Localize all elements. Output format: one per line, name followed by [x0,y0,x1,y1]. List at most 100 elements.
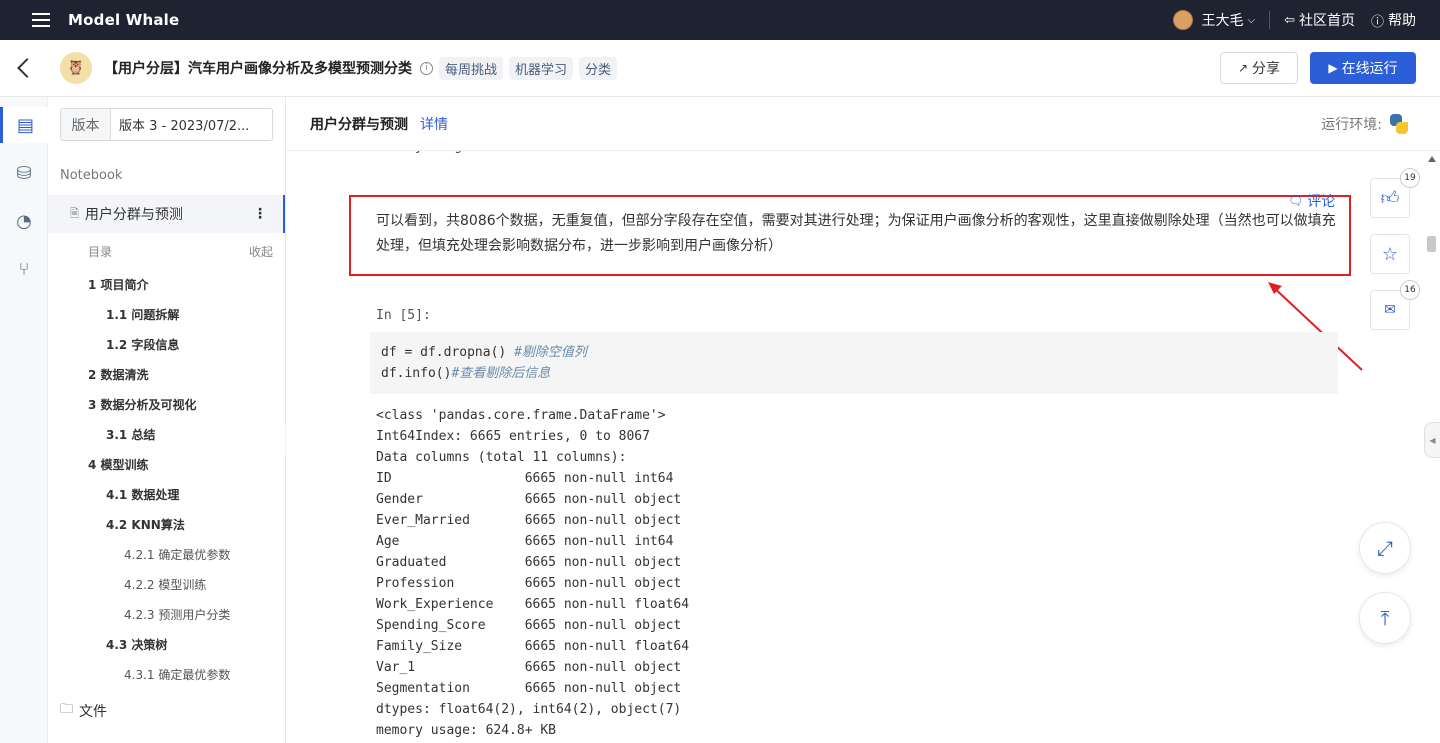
toc-item[interactable]: 3 数据分析及可视化 [48,389,285,419]
output-line: Data columns (total 11 columns): [376,450,627,465]
history-icon[interactable]: ◔ [8,203,40,239]
output-line: Spending_Score 6665 non-null object [376,618,682,633]
output-line: Graduated 6665 non-null object [376,555,682,570]
fullscreen-button[interactable]: ⤢ [1359,522,1411,574]
star-icon: ☆ [1381,243,1399,265]
code-line: df.info() [381,366,452,381]
left-rail: ▤ ⛁ ◔ ⑂ [0,97,48,743]
community-home-link[interactable]: ⇦ 社区首页 [1284,10,1355,30]
env-label: 运行环境: [1321,116,1382,133]
output-line: Segmentation 6665 non-null object [376,681,682,696]
community-home-label: 社区首页 [1298,13,1355,29]
comment-icon: 🗨 [1288,194,1304,208]
toc-item[interactable]: 1.2 字段信息 [48,329,285,359]
arrow-up-icon: ⤒ [1380,606,1390,630]
run-label: 在线运行 [1341,61,1398,77]
toc-item[interactable]: 2 数据清洗 [48,359,285,389]
toc-item[interactable]: 4 模型训练 [48,449,285,479]
code-cell[interactable]: df = df.dropna() #剔除空值列 df.info()#查看剔除后信… [370,332,1338,394]
favorite-button[interactable]: ☆ [1370,234,1410,274]
toc-title: 目录 [88,245,113,259]
output-line: Work_Experience 6665 non-null float64 [376,597,690,612]
like-count-badge: 19 [1400,168,1420,188]
sidebar: 版本 版本 3 - 2023/07/2... ⌄ Notebook 🗎 用户分群… [48,97,286,743]
version-select[interactable]: 版本 版本 3 - 2023/07/2... ⌄ [60,108,273,141]
scroll-thumb[interactable] [1427,236,1436,252]
version-label: 版本 [61,109,111,140]
tag-weekly-challenge[interactable]: 每周挑战 [439,56,504,80]
runtime-env: 运行环境: [1321,113,1410,135]
scroll-up-icon[interactable] [1428,156,1436,162]
share-icon: ↗ [1237,61,1249,75]
toc-item[interactable]: 4.2.3 预测用户分类 [48,599,285,629]
divider [1269,11,1271,29]
toc-item[interactable]: 4.2 KNN算法 [48,509,285,539]
database-icon[interactable]: ⛁ [8,155,40,191]
tag-classification[interactable]: 分类 [579,56,618,80]
brand-logo[interactable]: Model Whale [68,11,179,29]
output-line: Family_Size 6665 non-null float64 [376,639,690,654]
toc-item[interactable]: 4.1 数据处理 [48,479,285,509]
toc-item[interactable]: 4.3.1 确定最优参数 [48,659,285,689]
help-icon: ⓘ [1370,14,1384,30]
toc-header: 目录 收起 [88,243,273,260]
toc-item[interactable]: 1.1 问题拆解 [48,299,285,329]
back-to-top-button[interactable]: ⤒ [1359,592,1411,644]
share-label: 分享 [1252,61,1281,77]
user-name: 王大毛 [1201,13,1244,29]
notebook-rail-icon[interactable]: ▤ [0,107,48,143]
run-online-button[interactable]: ▶ 在线运行 [1310,52,1416,84]
detail-link[interactable]: 详情 [420,114,448,134]
share-button[interactable]: ↗ 分享 [1220,52,1298,84]
output-line: Profession 6665 non-null object [376,576,682,591]
code-comment: #剔除空值列 [514,345,587,360]
info-icon[interactable]: i [420,61,433,75]
comment-button[interactable]: 🗨 评论 [1288,191,1335,211]
help-label: 帮助 [1388,13,1416,29]
toc-item[interactable]: 4.2.2 模型训练 [48,569,285,599]
toc-item[interactable]: 4.3 决策树 [48,629,285,659]
output-line: Int64Index: 6665 entries, 0 to 8067 [376,429,650,444]
version-value: 版本 3 - 2023/07/2... [119,119,250,134]
tag-machine-learning[interactable]: 机器学习 [509,56,574,80]
code-line: df = df.dropna() [381,345,515,360]
notebook-panel: 用户分群与预测 详情 运行环境: memory usage: 693.7+ KB… [286,97,1440,743]
python-icon [1388,113,1410,135]
exit-icon: ⇦ [1284,12,1295,28]
chevron-down-icon: ⌵ [1247,14,1256,26]
collapse-right-handle[interactable]: ◀ [1424,422,1440,458]
output-line: Var_1 6665 non-null object [376,660,682,675]
top-bar: Model Whale 王大毛 ⌵ ⇦ 社区首页 ⓘ 帮助 [0,0,1440,40]
section-title: Notebook [60,168,123,183]
toc-list: 1 项目简介 1.1 问题拆解 1.2 字段信息 2 数据清洗 3 数据分析及可视化 3.… [48,269,285,689]
toc-item[interactable]: 4.2.1 确定最优参数 [48,539,285,569]
notebook-item-label: 用户分群与预测 [84,207,183,223]
output-line: Ever_Married 6665 non-null object [376,513,682,528]
cell-output: <class 'pandas.core.frame.DataFrame'> Int… [376,405,689,741]
toc-item[interactable]: 3.1 总结 [48,419,285,449]
back-icon[interactable] [17,58,37,78]
output-line: memory usage: 624.8+ KB [376,723,557,738]
toc-collapse-link[interactable]: 收起 [249,243,273,260]
markdown-cell: 可以看到，共8086个数据，无重复值，但部分字段存在空值，需要对其进行处理；为保… [376,213,1336,254]
play-icon: ▶ [1328,61,1338,75]
menu-icon[interactable] [32,13,50,27]
expand-icon: ⤢ [1377,536,1393,560]
branch-icon[interactable]: ⑂ [8,251,40,287]
comment-count-badge: 16 [1400,280,1420,300]
chat-icon: ✉ [1384,302,1396,318]
code-comment: #查看剔除后信息 [451,366,551,381]
avatar [1173,10,1194,30]
file-icon: 🗎 [70,206,79,220]
folder-icon: 🗀 [60,702,74,717]
more-icon[interactable]: ⋮ [253,206,267,222]
output-line: Gender 6665 non-null object [376,492,682,507]
project-avatar: 🦉 [60,52,92,84]
notebook-item[interactable]: 🗎 用户分群与预测 ⋮ [48,195,285,233]
output-line: ID 6665 non-null int64 [376,471,674,486]
user-menu[interactable]: 王大毛 ⌵ [1173,10,1255,30]
toc-item[interactable]: 1 项目简介 [48,269,285,299]
help-link[interactable]: ⓘ 帮助 [1371,10,1416,30]
files-item[interactable]: 🗀 文件 [60,700,107,722]
thumbs-up-icon: 👍︎ [1380,188,1400,209]
